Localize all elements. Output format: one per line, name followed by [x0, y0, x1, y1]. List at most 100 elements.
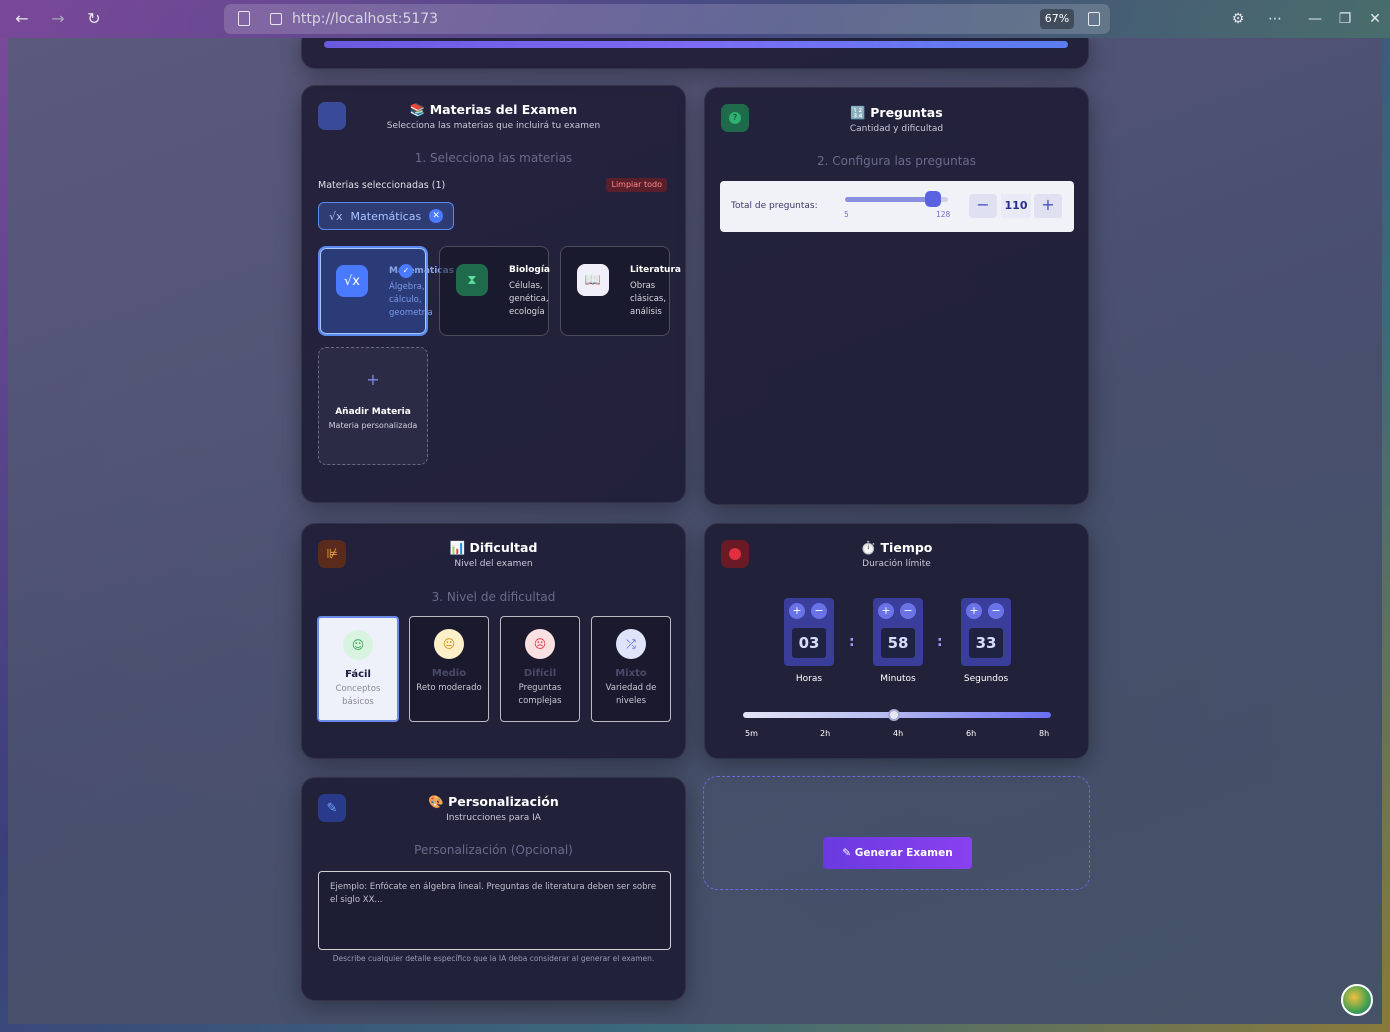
questions-slider-fill	[845, 197, 933, 202]
hours-decrease-button[interactable]: −	[811, 603, 827, 619]
difficulty-mixto[interactable]: ⤮ Mixto Variedad de niveles	[591, 616, 671, 722]
personalization-card: ✎ 🎨 Personalización Instrucciones para I…	[301, 777, 686, 1001]
subjects-step: 1. Selecciona las materias	[414, 151, 573, 165]
hourglass-icon: ⧗	[456, 264, 488, 296]
questions-max: 128	[936, 210, 951, 219]
seconds-box: + − 33	[961, 598, 1011, 666]
generate-zone: ✎ Generar Examen	[703, 776, 1090, 890]
sqrt-icon: √x	[329, 209, 343, 223]
questions-card: ? 🔢 Preguntas Cantidad y dificultad 2. C…	[704, 87, 1089, 505]
time-separator: :	[937, 634, 943, 650]
minimize-icon[interactable]: —	[1305, 9, 1325, 29]
selected-subjects-label: Materias seleccionadas (1)	[318, 180, 446, 191]
zoom-indicator[interactable]: 67%	[1040, 9, 1074, 29]
increase-questions-button[interactable]: +	[1034, 194, 1062, 218]
seconds-increase-button[interactable]: +	[966, 603, 982, 619]
difficulty-desc: Conceptos básicos	[335, 684, 381, 707]
personalization-title: 🎨 Personalización	[428, 794, 559, 809]
favorites-icon[interactable]	[1088, 12, 1100, 26]
hours-label: Horas	[795, 674, 823, 684]
page-icon	[238, 11, 250, 26]
questions-subtitle: Cantidad y dificultad	[849, 124, 944, 134]
time-tick: 2h	[820, 729, 831, 738]
frown-icon: ☹	[525, 629, 555, 659]
subject-card-biologia[interactable]: ⧗ Biología Células, genética, ecología	[439, 246, 550, 336]
subject-card-matematicas[interactable]: √x Matemáticas ✓ Álgebra, cálculo, geome…	[318, 246, 454, 336]
extensions-icon[interactable]: ⚙	[1228, 9, 1248, 29]
hours-value[interactable]: 03	[792, 628, 826, 658]
subjects-card: 📚 Materias del Examen Selecciona las mat…	[301, 85, 686, 503]
questions-title: 🔢 Preguntas	[850, 105, 943, 120]
page-viewport: 📚 Materias del Examen Selecciona las mat…	[8, 38, 1382, 1024]
subject-desc: Células, genética, ecología	[509, 281, 549, 317]
progress-bar	[324, 41, 1068, 48]
remove-chip-icon[interactable]: ✕	[429, 209, 443, 223]
reload-icon[interactable]: ↻	[84, 9, 104, 29]
difficulty-title: 📊 Dificultad	[449, 540, 538, 555]
plus-icon: +	[366, 370, 380, 389]
forward-icon[interactable]: →	[48, 9, 68, 29]
address-bar[interactable]: http://localhost:5173 67%	[224, 4, 1110, 34]
time-tick: 6h	[966, 729, 977, 738]
difficulty-desc: Variedad de niveles	[605, 683, 657, 706]
time-tick: 5m	[745, 729, 758, 738]
more-icon[interactable]: ⋯	[1265, 9, 1285, 29]
time-slider[interactable]	[743, 709, 1051, 721]
subject-name: Literatura	[630, 265, 681, 275]
generate-exam-button[interactable]: ✎ Generar Examen	[823, 837, 972, 869]
minutes-decrease-button[interactable]: −	[900, 603, 916, 619]
address-url[interactable]: http://localhost:5173	[292, 11, 438, 27]
smile-icon: ☺	[343, 630, 373, 660]
difficulty-subtitle: Nivel del examen	[454, 559, 533, 569]
decrease-questions-button[interactable]: −	[969, 194, 997, 218]
selected-subject-chip[interactable]: √x Matemáticas ✕	[318, 202, 454, 230]
book-icon: 📖	[577, 264, 609, 296]
clear-all-button[interactable]: Limpiar todo	[606, 178, 667, 192]
minutes-increase-button[interactable]: +	[878, 603, 894, 619]
subject-card-literatura[interactable]: 📖 Literatura Obras clásicas, análisis	[560, 246, 681, 336]
assistant-avatar[interactable]	[1341, 984, 1373, 1016]
seconds-label: Segundos	[963, 674, 1009, 684]
time-tick: 4h	[893, 729, 904, 738]
questions-step: 2. Configura las preguntas	[816, 154, 977, 168]
seconds-value[interactable]: 33	[969, 628, 1003, 658]
subject-desc: Álgebra, cálculo, geometría	[389, 282, 433, 318]
add-subject-button[interactable]: + Añadir Materia Materia personalizada	[318, 347, 428, 465]
hours-increase-button[interactable]: +	[789, 603, 805, 619]
sqrt-icon: √x	[336, 265, 368, 297]
difficulty-medio[interactable]: 😐 Medio Reto moderado	[409, 616, 489, 722]
back-icon[interactable]: ←	[12, 9, 32, 29]
close-icon[interactable]: ✕	[1365, 9, 1385, 29]
time-slider-thumb[interactable]	[887, 709, 900, 721]
subjects-subtitle: Selecciona las materias que incluirá tu …	[386, 121, 601, 131]
personalization-subtitle: Instrucciones para IA	[446, 813, 541, 823]
subjects-title: 📚 Materias del Examen	[409, 102, 578, 117]
question-count-control: Total de preguntas: 5 128 − 110 +	[720, 181, 1074, 232]
progress-card	[301, 38, 1089, 69]
seconds-decrease-button[interactable]: −	[988, 603, 1004, 619]
questions-slider[interactable]	[845, 191, 948, 207]
add-subject-title: Añadir Materia	[335, 407, 411, 417]
difficulty-dificil[interactable]: ☹ Difícil Preguntas complejas	[500, 616, 580, 722]
questions-slider-thumb[interactable]	[924, 191, 941, 207]
personalization-textarea[interactable]: Ejemplo: Enfócate en álgebra lineal. Pre…	[318, 871, 671, 950]
minutes-value[interactable]: 58	[881, 628, 915, 658]
difficulty-desc: Preguntas complejas	[518, 683, 562, 706]
time-separator: :	[849, 634, 855, 650]
questions-value[interactable]: 110	[1001, 194, 1031, 218]
subject-desc: Obras clásicas, análisis	[630, 281, 667, 317]
check-icon: ✓	[399, 264, 413, 278]
time-title: ⏱️ Tiempo	[860, 540, 933, 555]
difficulty-card: ⊯ 📊 Dificultad Nivel del examen 3. Nivel…	[301, 523, 686, 759]
difficulty-desc: Reto moderado	[416, 683, 482, 693]
time-tick: 8h	[1039, 729, 1050, 738]
hours-box: + − 03	[784, 598, 834, 666]
personalization-step: Personalización (Opcional)	[414, 843, 573, 857]
difficulty-facil[interactable]: ☺ Fácil Conceptos básicos	[317, 616, 399, 722]
total-questions-label: Total de preguntas:	[731, 201, 818, 211]
site-info-icon[interactable]	[270, 13, 282, 25]
maximize-icon[interactable]: ❐	[1335, 9, 1355, 29]
chip-label: Matemáticas	[350, 209, 422, 223]
shuffle-icon: ⤮	[616, 629, 646, 659]
browser-toolbar: ← → ↻ http://localhost:5173 67% ⚙ ⋯ — ❐ …	[0, 0, 1390, 38]
